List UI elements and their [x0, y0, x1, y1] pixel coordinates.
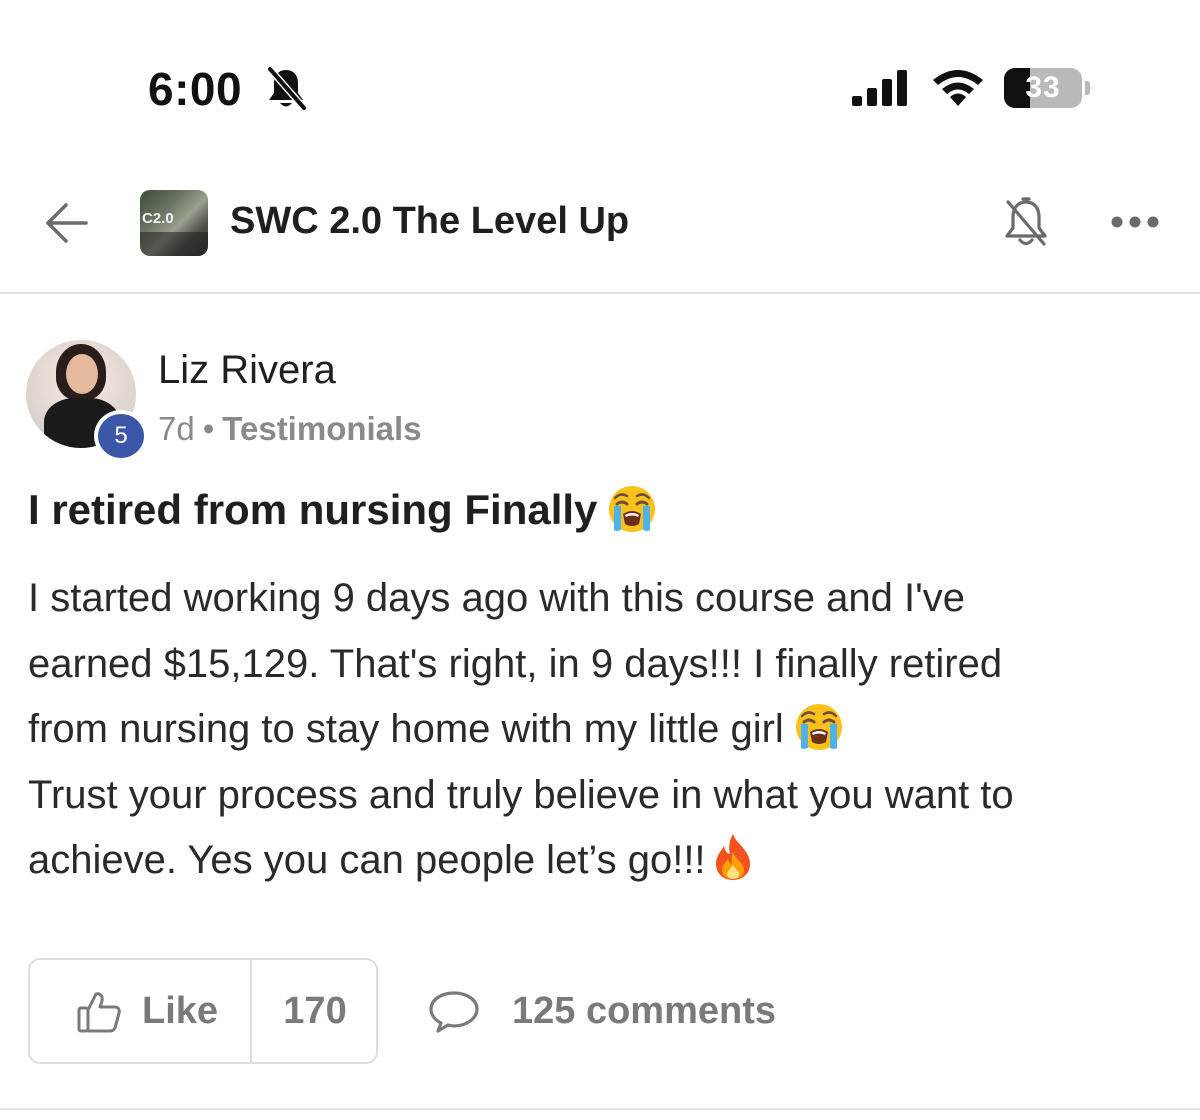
post-body-line: earned $15,129. That's right, in 9 days!…: [28, 641, 1003, 686]
status-bar: 6:00 33: [0, 0, 1200, 180]
like-count[interactable]: 170: [252, 990, 378, 1033]
group-thumbnail-text: C2.0: [142, 210, 174, 227]
fire-emoji: [715, 834, 750, 881]
post-body-line-with-emoji: achieve. Yes you can people let’s go!!!: [28, 828, 1148, 894]
comment-bubble-icon: [429, 991, 479, 1033]
meta-separator: •: [202, 410, 215, 447]
post-body-line: I started working 9 days ago with this c…: [28, 576, 966, 620]
post-body-line: from nursing to stay home with my little…: [28, 707, 784, 751]
post-body: I started working 9 days ago with this c…: [28, 566, 1148, 894]
comments-count: 125 comments: [512, 990, 777, 1032]
notification-bell-off-icon[interactable]: [1002, 196, 1050, 250]
like-group: Like 170: [28, 958, 378, 1064]
status-time: 6:00: [148, 63, 243, 115]
battery-percent: 33: [1025, 71, 1061, 104]
battery-icon: 33: [1004, 68, 1090, 108]
post-time-ago: 7d: [158, 410, 195, 447]
post-meta: 7d • Testimonials: [158, 410, 422, 448]
bell-slash-icon: [266, 66, 308, 112]
thumbs-up-icon: [77, 992, 121, 1033]
crying-face-emoji: [795, 704, 842, 751]
post-body-line: achieve. Yes you can people let’s go!!!: [28, 838, 706, 882]
group-title[interactable]: SWC 2.0 The Level Up: [230, 200, 629, 243]
group-thumbnail[interactable]: C2.0: [140, 190, 208, 256]
bottom-divider: [0, 1108, 1200, 1110]
post-title-text: I retired from nursing Finally: [28, 486, 598, 533]
post-title: I retired from nursing Finally: [28, 485, 657, 534]
back-arrow-icon[interactable]: [44, 200, 90, 246]
post-category[interactable]: Testimonials: [222, 410, 421, 447]
post-body-line-with-emoji: from nursing to stay home with my little…: [28, 697, 1148, 763]
author-name[interactable]: Liz Rivera: [158, 348, 336, 393]
author-level-badge: 5: [94, 410, 148, 462]
crying-face-emoji: [609, 485, 656, 532]
wifi-icon: [933, 70, 983, 106]
group-header: C2.0 SWC 2.0 The Level Up: [0, 180, 1200, 294]
like-label: Like: [142, 990, 219, 1032]
like-button[interactable]: Like: [30, 960, 250, 1062]
post-body-line: Trust your process and truly believe in …: [28, 772, 1014, 817]
cellular-signal-icon: [852, 70, 907, 106]
more-options-icon[interactable]: [1110, 212, 1160, 232]
